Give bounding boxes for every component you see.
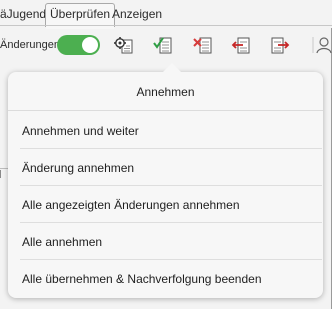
tab-jugend[interactable]: äJugend <box>0 7 46 21</box>
tab-ueberpruefen[interactable]: Überprüfen <box>45 3 116 29</box>
track-changes-toggle[interactable] <box>57 35 100 55</box>
menu-item-label: Alle annehmen <box>22 235 103 249</box>
background-ruler-tick <box>0 170 1 178</box>
menu-item-label: Alle übernehmen & Nachverfolgung beenden <box>22 272 262 286</box>
popover-title: Annehmen <box>136 85 195 99</box>
settings-gear-icon[interactable] <box>112 34 134 56</box>
track-changes-label: Änderungen <box>0 39 60 51</box>
toggle-knob <box>82 37 98 53</box>
menu-item-accept-and-next[interactable]: Annehmen und weiter <box>20 112 322 149</box>
menu-item-label: Annehmen und weiter <box>22 124 139 138</box>
menu-item-accept-all-stop-tracking[interactable]: Alle übernehmen & Nachverfolgung beenden <box>20 260 322 296</box>
review-toolbar: Änderungen <box>0 28 332 64</box>
tab-divider <box>0 25 332 26</box>
accept-change-icon[interactable] <box>152 34 174 56</box>
tab-anzeigen[interactable]: Anzeigen <box>112 7 162 21</box>
ribbon-tab-bar: äJugend Überprüfen Anzeigen <box>0 0 332 29</box>
popover-arrow <box>163 63 181 72</box>
menu-item-label: Änderung annehmen <box>22 161 135 175</box>
menu-item-label: Alle angezeigten Änderungen annehmen <box>22 198 240 212</box>
word-app-window: äJugend Überprüfen Anzeigen Änderungen A… <box>0 0 332 309</box>
accept-popover: Annehmen Annehmen und weiter Änderung an… <box>8 63 323 298</box>
previous-change-icon[interactable] <box>230 34 252 56</box>
menu-item-accept-all-shown[interactable]: Alle angezeigten Änderungen annehmen <box>20 186 322 223</box>
reject-change-icon[interactable] <box>192 34 214 56</box>
menu-item-accept-all[interactable]: Alle annehmen <box>20 223 322 260</box>
menu-item-accept-change[interactable]: Änderung annehmen <box>20 149 322 186</box>
background-ruler-line <box>0 168 8 169</box>
popover-header: Annehmen <box>8 72 323 111</box>
person-icon[interactable] <box>312 34 332 56</box>
next-change-icon[interactable] <box>269 34 291 56</box>
